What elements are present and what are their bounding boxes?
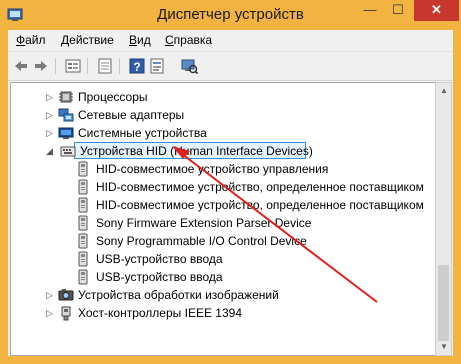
toolbar: ? <box>8 51 453 81</box>
ieee1394-icon <box>61 306 71 321</box>
expand-icon[interactable]: ▷ <box>46 92 56 103</box>
imaging-device-icon <box>58 289 74 301</box>
tree-item-label: HID-совместимое устройство управления <box>96 162 329 176</box>
tree-item-label: Системные устройства <box>78 126 207 140</box>
tree-item-label: Sony Programmable I/O Control Device <box>96 234 307 248</box>
hid-icon <box>60 146 76 157</box>
menu-view-label: ид <box>137 33 151 47</box>
hid-device-icon <box>78 179 88 195</box>
toolbar-separator <box>55 58 56 74</box>
menu-file-key: Ф <box>16 33 26 47</box>
hid-device-icon <box>78 233 88 249</box>
device-list-icon[interactable] <box>96 57 114 75</box>
scroll-up-icon[interactable]: ▲ <box>440 86 448 95</box>
menu-action-label: ействие <box>69 33 114 47</box>
tree-item-label: HID-совместимое устройство, определенное… <box>96 198 424 212</box>
tree-item-label: Устройства обработки изображений <box>78 288 279 302</box>
menu-help[interactable]: Справка <box>165 33 212 47</box>
hid-device-icon <box>78 269 88 285</box>
device-manager-window: Диспетчер устройств — ☐ ✕ Файл Действие … <box>0 0 461 364</box>
toolbar-separator <box>119 58 120 74</box>
tree-item-label: Устройства HID (Human Interface Devices) <box>80 144 313 158</box>
tree-item-label: USB-устройство ввода <box>96 252 223 266</box>
expand-icon[interactable]: ▷ <box>46 308 56 319</box>
scroll-thumb[interactable] <box>438 265 449 341</box>
properties-icon[interactable] <box>64 57 82 75</box>
system-device-icon <box>58 127 74 139</box>
tree-item-label: USB-устройство ввода <box>96 270 223 284</box>
hid-device-icon <box>78 251 88 267</box>
tree-item-label: Хост-контроллеры IEEE 1394 <box>78 306 242 320</box>
title-bar[interactable]: Диспетчер устройств — ☐ ✕ <box>0 0 461 30</box>
vertical-scrollbar[interactable]: ▲ ▼ <box>435 82 452 356</box>
help-icon[interactable]: ? <box>128 57 146 75</box>
hid-device-icon <box>78 215 88 231</box>
menu-view-key: В <box>129 33 138 47</box>
toolbar-separator <box>87 58 88 74</box>
maximize-button[interactable]: ☐ <box>384 0 412 21</box>
tree-item-hid-devices[interactable]: ◢ Устройства HID (Human Interface Device… <box>46 142 376 160</box>
menu-file-label: айл <box>25 33 46 47</box>
network-adapter-icon <box>58 108 74 122</box>
expand-icon[interactable]: ▷ <box>46 110 56 121</box>
menu-view[interactable]: Вид <box>129 33 151 47</box>
menu-action-key: Д <box>61 33 70 47</box>
back-icon[interactable] <box>12 57 30 75</box>
minimize-button[interactable]: — <box>356 0 384 21</box>
tree-item-label: HID-совместимое устройство, определенное… <box>96 180 424 194</box>
menu-help-label: правка <box>173 33 213 47</box>
tree-item-label: Сетевые адаптеры <box>78 108 185 122</box>
menu-help-key: С <box>165 33 174 47</box>
processor-icon <box>59 91 73 103</box>
properties-sheet-icon[interactable] <box>148 57 166 75</box>
forward-icon[interactable] <box>32 57 50 75</box>
device-tree[interactable]: ▷ Процессоры ▷ Сетевые адаптеры ▷ Систем… <box>10 82 436 356</box>
expand-icon[interactable]: ▷ <box>46 128 56 139</box>
svg-text:?: ? <box>133 60 140 74</box>
collapse-icon[interactable]: ◢ <box>46 146 56 157</box>
client-area: Файл Действие Вид Справка ? ▷ Процессоры… <box>8 30 453 356</box>
expand-icon[interactable]: ▷ <box>46 290 56 301</box>
close-button[interactable]: ✕ <box>414 0 459 21</box>
hid-device-icon <box>78 197 88 213</box>
menu-file[interactable]: Файл <box>16 33 46 47</box>
tree-item-label: Процессоры <box>78 90 148 104</box>
menu-action[interactable]: Действие <box>61 33 114 47</box>
hid-device-icon <box>78 161 88 177</box>
scan-hardware-icon[interactable] <box>180 57 198 75</box>
scroll-down-icon[interactable]: ▼ <box>440 342 448 351</box>
menu-bar: Файл Действие Вид Справка <box>8 30 453 50</box>
tree-item-label: Sony Firmware Extension Parser Device <box>96 216 312 230</box>
